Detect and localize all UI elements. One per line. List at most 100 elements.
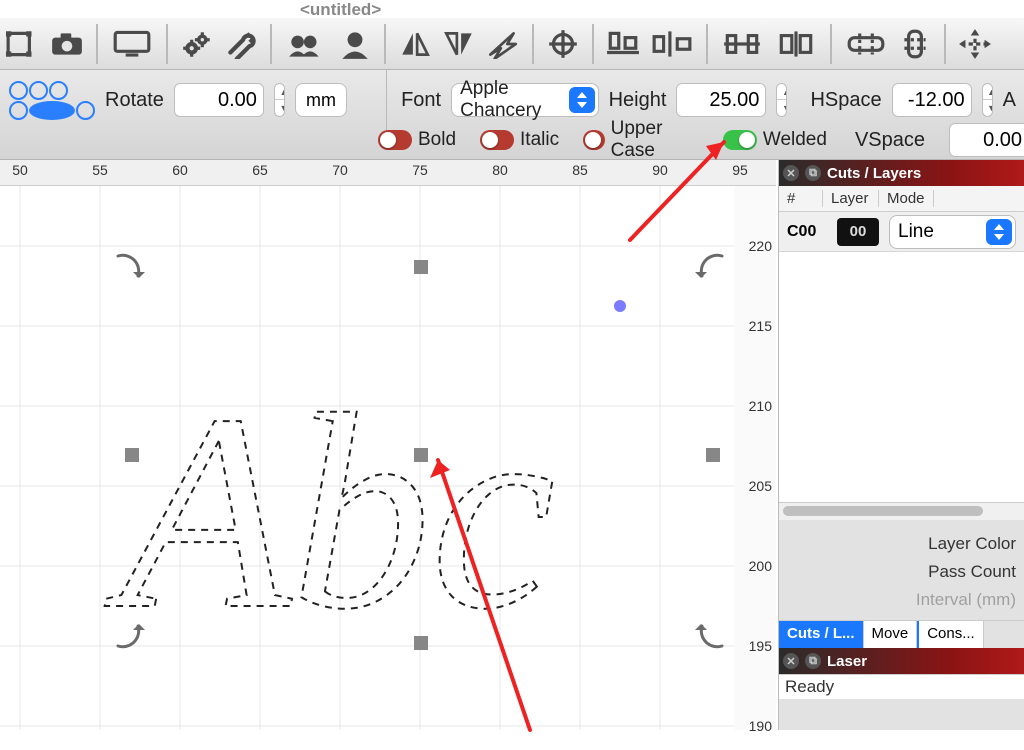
height-stepper[interactable]: ▲▼ <box>776 83 787 117</box>
rotate-label: Rotate <box>105 89 164 112</box>
ruler-tick: 50 <box>12 162 28 178</box>
toolbar-separator <box>270 24 272 64</box>
align-label: A <box>1003 89 1016 112</box>
selection-handle <box>125 448 139 462</box>
selection-origin-point <box>614 300 626 312</box>
toolbar-separator <box>532 24 534 64</box>
toolbar-separator <box>384 24 386 64</box>
italic-label: Italic <box>520 129 559 151</box>
mirror-horizontal-icon[interactable] <box>396 27 434 61</box>
group-icon[interactable] <box>282 27 330 61</box>
font-name: Apple Chancery <box>460 78 564 122</box>
uppercase-label: Upper Case <box>611 118 675 162</box>
toolbar-separator <box>96 24 98 64</box>
laser-panel-title: Laser <box>827 653 867 670</box>
send-to-laser-icon[interactable] <box>484 27 522 61</box>
window-title: <untitled> <box>300 0 381 20</box>
selection-handle <box>706 448 720 462</box>
welded-toggle[interactable]: Welded <box>723 129 827 151</box>
vspace-label: VSpace <box>855 129 925 152</box>
undock-icon[interactable]: ⧉ <box>805 653 821 669</box>
ruler-tick: 95 <box>732 162 748 178</box>
camera-icon[interactable] <box>48 27 86 61</box>
toolbar-separator <box>706 24 708 64</box>
move-icon[interactable] <box>956 27 994 61</box>
vspace-input[interactable] <box>949 123 1024 157</box>
undock-icon[interactable]: ⧉ <box>805 165 821 181</box>
hspace-label: HSpace <box>810 89 881 112</box>
rotate-handle <box>118 255 145 278</box>
italic-toggle[interactable]: Italic <box>480 129 559 151</box>
ruler-tick: 90 <box>652 162 668 178</box>
ruler-tick: 85 <box>572 162 588 178</box>
tab-cuts[interactable]: Cuts / L... <box>779 621 864 648</box>
mirror-vertical-icon[interactable] <box>440 27 478 61</box>
ruler-tick: 60 <box>172 162 188 178</box>
hspace-stepper[interactable]: ▲▼ <box>982 83 993 117</box>
selection-handle <box>414 448 428 462</box>
toolbar-properties: Rotate ▲▼ mm Font Apple Chancery Height … <box>0 70 1024 160</box>
height-label: Height <box>609 89 667 112</box>
tools-icon[interactable] <box>222 27 260 61</box>
align-center-icon[interactable] <box>648 27 696 61</box>
layer-row[interactable]: C00 00 Line <box>779 212 1024 252</box>
canvas-area: 50 55 60 65 70 75 80 85 90 95 220 215 21… <box>0 160 776 730</box>
canvas-text-object: Abc <box>103 356 556 667</box>
layers-list-empty <box>779 252 1024 502</box>
toolbar-separator <box>166 24 168 64</box>
ruler-tick: 80 <box>492 162 508 178</box>
units-button[interactable]: mm <box>295 83 347 117</box>
selection-handle <box>414 636 428 650</box>
laser-panel-header[interactable]: ✕ ⧉ Laser <box>779 648 1024 674</box>
columns-header: # Layer Mode <box>779 186 1024 212</box>
target-icon[interactable] <box>544 27 582 61</box>
toolbar-main <box>0 18 1024 70</box>
layer-properties: Layer Color Pass Count Interval (mm) <box>779 520 1024 620</box>
spacing-horizontal-icon[interactable] <box>842 27 890 61</box>
distribute-vertical-icon[interactable] <box>772 27 820 61</box>
selection-handle <box>414 260 428 274</box>
welded-label: Welded <box>763 129 827 151</box>
ruler-horizontal: 50 55 60 65 70 75 80 85 90 95 <box>0 160 776 186</box>
close-icon[interactable]: ✕ <box>783 653 799 669</box>
cuts-layers-panel: ✕ ⧉ Cuts / Layers # Layer Mode C00 00 Li… <box>778 160 1024 730</box>
rotate-input[interactable] <box>174 83 264 117</box>
layer-id: C00 <box>787 223 827 241</box>
canvas[interactable]: Abc <box>0 186 734 730</box>
distribute-horizontal-icon[interactable] <box>718 27 766 61</box>
ruler-tick: 65 <box>252 162 268 178</box>
tab-move[interactable]: Move <box>864 621 918 648</box>
origin-selector[interactable] <box>8 80 95 120</box>
height-input[interactable] <box>676 83 766 117</box>
panel-header[interactable]: ✕ ⧉ Cuts / Layers <box>779 160 1024 186</box>
rotate-handle <box>695 624 722 647</box>
select-object-icon[interactable] <box>4 27 42 61</box>
uppercase-toggle[interactable]: Upper Case <box>583 118 675 162</box>
toolbar-separator <box>592 24 594 64</box>
font-select[interactable]: Apple Chancery <box>451 83 599 117</box>
laser-status: Ready <box>779 674 1024 699</box>
font-label: Font <box>401 89 441 112</box>
gears-icon[interactable] <box>178 27 216 61</box>
bold-label: Bold <box>418 129 456 151</box>
ruler-tick: 75 <box>412 162 428 178</box>
scrollbar-horizontal[interactable] <box>779 502 1024 520</box>
close-icon[interactable]: ✕ <box>783 165 799 181</box>
rotate-handle <box>695 255 722 278</box>
align-horizontal-icon[interactable] <box>604 27 642 61</box>
rotate-stepper[interactable]: ▲▼ <box>274 83 285 117</box>
hspace-input[interactable] <box>892 83 972 117</box>
tab-console[interactable]: Cons... <box>917 621 984 648</box>
ruler-tick: 70 <box>332 162 348 178</box>
monitor-icon[interactable] <box>108 27 156 61</box>
ruler-tick: 55 <box>92 162 108 178</box>
bold-toggle[interactable]: Bold <box>378 129 456 151</box>
ruler-vertical: 220 215 210 205 200 195 190 <box>734 186 776 730</box>
user-icon[interactable] <box>336 27 374 61</box>
layer-badge[interactable]: 00 <box>837 218 879 246</box>
spacing-vertical-icon[interactable] <box>896 27 934 61</box>
panel-tabs: Cuts / L... Move Cons... <box>779 620 1024 648</box>
layer-mode-select[interactable]: Line <box>889 215 1016 249</box>
toolbar-separator <box>944 24 946 64</box>
panel-title: Cuts / Layers <box>827 165 921 182</box>
